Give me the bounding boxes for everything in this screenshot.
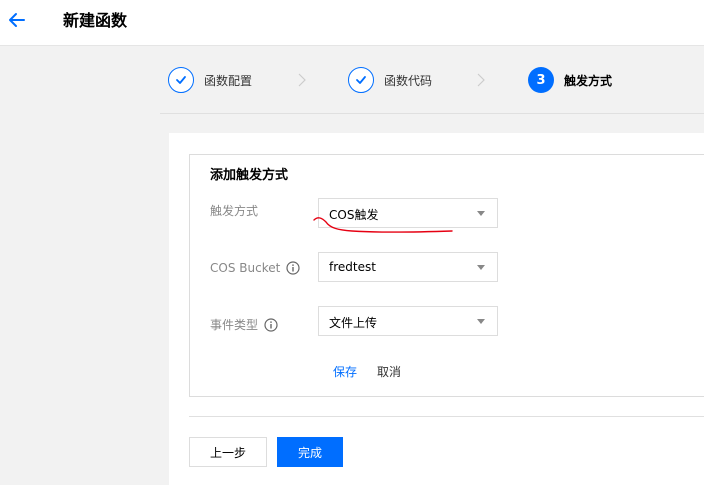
- back-arrow-icon[interactable]: [6, 9, 28, 31]
- step-trigger-method: 3 触发方式: [528, 66, 612, 94]
- caret-down-icon: [477, 319, 485, 324]
- step-label: 触发方式: [564, 73, 613, 88]
- finish-button[interactable]: 完成: [277, 437, 343, 467]
- select-value: 文件上传: [329, 316, 378, 330]
- select-value: fredtest: [329, 260, 376, 274]
- cancel-link[interactable]: 取消: [377, 363, 401, 380]
- cos-bucket-label: COS Bucket: [210, 261, 300, 275]
- event-type-select[interactable]: 文件上传: [318, 306, 498, 336]
- step-function-config: 函数配置: [168, 66, 252, 94]
- label-text: 事件类型: [210, 318, 259, 332]
- caret-down-icon: [477, 211, 485, 216]
- label-text: COS Bucket: [210, 261, 281, 275]
- label-text: 触发方式: [210, 204, 259, 218]
- event-type-label: 事件类型: [210, 316, 278, 333]
- caret-down-icon: [477, 265, 485, 270]
- cos-bucket-select[interactable]: fredtest: [318, 252, 498, 282]
- chevron-right-icon: [298, 73, 306, 87]
- previous-step-button[interactable]: 上一步: [189, 437, 267, 467]
- info-icon[interactable]: [286, 261, 300, 275]
- page-title: 新建函数: [63, 11, 128, 30]
- divider: [160, 113, 704, 114]
- step-indicator: 函数配置 函数代码 3 触发方式: [160, 60, 704, 100]
- top-bar: 新建函数: [0, 0, 704, 46]
- select-value: COS触发: [329, 208, 379, 222]
- step-label: 函数配置: [204, 73, 253, 88]
- save-link[interactable]: 保存: [333, 363, 357, 380]
- info-icon[interactable]: [264, 317, 278, 332]
- section-title: 添加触发方式: [210, 168, 289, 183]
- step-number: 3: [528, 67, 554, 93]
- chevron-right-icon: [477, 73, 485, 87]
- check-icon: [348, 67, 374, 93]
- divider: [189, 416, 704, 417]
- trigger-type-select[interactable]: COS触发: [318, 198, 498, 228]
- step-function-code: 函数代码: [348, 66, 432, 94]
- step-label: 函数代码: [384, 73, 433, 88]
- trigger-type-label: 触发方式: [210, 202, 258, 219]
- check-icon: [168, 67, 194, 93]
